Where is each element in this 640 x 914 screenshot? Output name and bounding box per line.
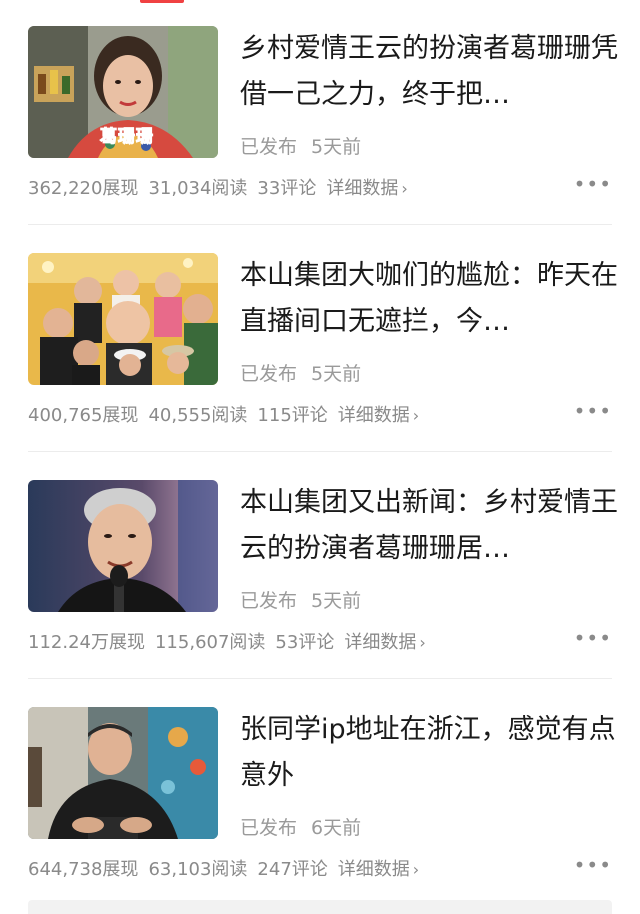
article-status: 已发布 6天前 (240, 813, 361, 840)
article-status: 已发布 5天前 (240, 586, 361, 613)
impressions-count: 400,765展现 (28, 405, 139, 426)
reads-count: 63,103阅读 (148, 859, 248, 880)
publish-status: 已发布 (240, 590, 298, 612)
impressions-count: 362,220展现 (28, 178, 139, 199)
article-title[interactable]: 张同学ip地址在浙江，感觉有点意外 (240, 707, 620, 799)
article-item[interactable]: 张同学ip地址在浙江，感觉有点意外 已发布 6天前 644,738展现 63,103… (0, 681, 640, 907)
detail-data-label: 详细数据 (326, 178, 399, 199)
article-item[interactable]: 本山集团又出新闻：乡村爱情王云的扮演者葛珊珊居… 已发布 5天前 112.24万展… (0, 454, 640, 680)
article-title[interactable]: 本山集团大咖们的尴尬：昨天在直播间口无遮拦，今… (240, 253, 620, 345)
comments-count[interactable]: 115评论 (257, 405, 327, 426)
reads-count: 115,607阅读 (154, 632, 266, 653)
article-title[interactable]: 乡村爱情王云的扮演者葛珊珊凭借一己之力，终于把… (240, 26, 620, 118)
impressions-count: 112.24万展现 (28, 632, 145, 653)
chevron-right-icon: › (401, 179, 408, 198)
more-icon[interactable]: ••• (574, 853, 612, 877)
thumbnail-caption: 葛珊珊 (100, 127, 154, 148)
article-item[interactable]: 本山集团大咖们的尴尬：昨天在直播间口无遮拦，今… 已发布 5天前 400,765展… (0, 227, 640, 453)
comments-count[interactable]: 33评论 (257, 178, 316, 199)
article-item[interactable]: 葛珊珊 乡村爱情王云的扮演者葛珊珊凭借一己之力，终于把… 已发布 5天前 362,… (0, 0, 640, 226)
bottom-panel-edge (28, 900, 612, 914)
publish-status: 已发布 (240, 817, 298, 839)
chevron-right-icon: › (412, 406, 420, 425)
article-thumbnail[interactable] (28, 480, 218, 612)
article-title[interactable]: 本山集团又出新闻：乡村爱情王云的扮演者葛珊珊居… (240, 480, 620, 572)
impressions-count: 644,738展现 (28, 859, 139, 880)
detail-data-label: 详细数据 (337, 405, 410, 426)
article-stats: 400,765展现 40,555阅读 115评论 详细数据 › (28, 401, 419, 427)
publish-time: 5天前 (311, 136, 362, 158)
chevron-right-icon: › (419, 633, 426, 652)
detail-data-link[interactable]: 详细数据 › (326, 178, 407, 199)
reads-count: 40,555阅读 (148, 405, 248, 426)
article-stats: 644,738展现 63,103阅读 247评论 详细数据 › (28, 855, 419, 881)
publish-time: 5天前 (311, 363, 362, 385)
reads-count: 31,034阅读 (148, 178, 248, 199)
article-stats: 362,220展现 31,034阅读 33评论 详细数据 › (28, 174, 408, 200)
more-icon[interactable]: ••• (574, 172, 612, 196)
divider (28, 451, 612, 452)
article-thumbnail[interactable] (28, 707, 218, 839)
detail-data-link[interactable]: 详细数据 › (344, 632, 425, 653)
article-status: 已发布 5天前 (240, 132, 361, 159)
chevron-right-icon: › (412, 860, 420, 879)
divider (28, 678, 612, 679)
article-status: 已发布 5天前 (240, 359, 361, 386)
publish-status: 已发布 (240, 136, 298, 158)
publish-status: 已发布 (240, 363, 298, 385)
article-stats: 112.24万展现 115,607阅读 53评论 详细数据 › (28, 628, 426, 654)
article-thumbnail[interactable] (28, 253, 218, 385)
detail-data-link[interactable]: 详细数据 › (338, 405, 419, 426)
comments-count[interactable]: 247评论 (257, 859, 327, 880)
more-icon[interactable]: ••• (574, 399, 612, 423)
publish-time: 6天前 (311, 817, 362, 839)
article-thumbnail[interactable]: 葛珊珊 (28, 26, 218, 158)
detail-data-label: 详细数据 (344, 632, 417, 653)
publish-time: 5天前 (311, 590, 362, 612)
comments-count[interactable]: 53评论 (275, 632, 334, 653)
detail-data-label: 详细数据 (337, 859, 410, 880)
more-icon[interactable]: ••• (574, 626, 612, 650)
divider (28, 224, 612, 225)
detail-data-link[interactable]: 详细数据 › (338, 859, 419, 880)
